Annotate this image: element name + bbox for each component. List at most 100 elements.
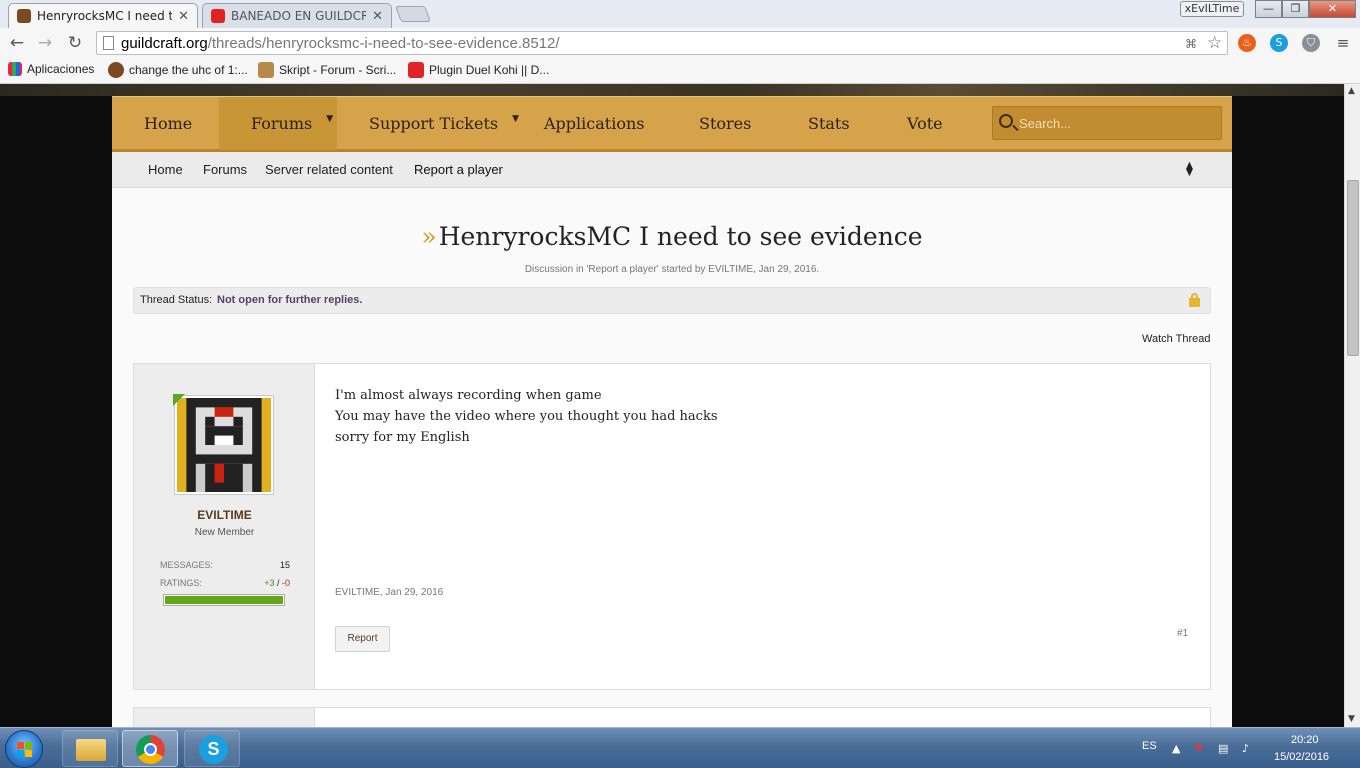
tab-title: BANEADO EN GUILDCRAF	[231, 9, 366, 23]
browser-toolbar: ← → ↻ guildcraft.org/threads/henryrocksm…	[0, 28, 1360, 58]
tab-inactive[interactable]: BANEADO EN GUILDCRAF ✕	[202, 3, 392, 28]
watch-thread-link[interactable]: Watch Thread	[1142, 333, 1210, 345]
post-body: I'm almost always recording when game Yo…	[335, 385, 718, 448]
ratings-stat: RATINGS: +3 / -0	[160, 578, 290, 588]
close-tab-icon[interactable]: ✕	[372, 9, 383, 24]
breadcrumb-report-player[interactable]: Report a player	[414, 162, 503, 177]
close-tab-icon[interactable]: ✕	[178, 9, 189, 24]
post-line: You may have the video where you thought…	[335, 409, 718, 424]
start-button[interactable]	[5, 730, 43, 768]
breadcrumb-forums[interactable]: Forums	[203, 162, 247, 177]
online-indicator	[173, 394, 185, 406]
maximize-button[interactable]: ❐	[1282, 0, 1309, 18]
url-text[interactable]: guildcraft.org/threads/henryrocksmc-i-ne…	[121, 35, 560, 52]
report-button[interactable]: Report	[335, 626, 390, 652]
skript-favicon	[258, 62, 274, 78]
post-user-block: EVILTIME New Member MESSAGES: 15 RATINGS:…	[134, 364, 315, 689]
page-title: »HenryrocksMC I need to see evidence	[421, 222, 923, 251]
avatar[interactable]	[174, 395, 274, 495]
menu-icon[interactable]: ≡	[1332, 33, 1354, 53]
thread-status-label: Thread Status:	[140, 294, 213, 306]
nav-stores[interactable]: Stores	[699, 97, 751, 150]
bookmark-plugin-duel[interactable]: Plugin Duel Kohi || D...	[408, 62, 549, 78]
translate-icon[interactable]: ⌘	[1185, 37, 1197, 51]
windows-taskbar: S ES ▲ ⚑ ▤ ♪ 20:20 15/02/2016	[0, 727, 1360, 768]
taskbar-chrome[interactable]	[122, 730, 178, 767]
page-scrollbar[interactable]: ▲ ▼	[1344, 84, 1360, 727]
forward-icon[interactable]: →	[34, 33, 56, 53]
minimize-button[interactable]: —	[1255, 0, 1282, 18]
search-placeholder: Search...	[1019, 116, 1072, 131]
close-window-button[interactable]: ✕	[1309, 0, 1356, 18]
volume-icon[interactable]: ♪	[1242, 742, 1254, 755]
action-center-icon[interactable]: ⚑	[1194, 742, 1206, 755]
shield-extension-icon[interactable]: ⛉	[1302, 34, 1320, 52]
new-tab-button[interactable]	[395, 6, 431, 22]
youtube-favicon	[408, 62, 424, 78]
address-bar[interactable]: guildcraft.org/threads/henryrocksmc-i-ne…	[96, 31, 1228, 55]
nav-stats[interactable]: Stats	[808, 97, 850, 150]
thread-status-value: Not open for further replies.	[217, 294, 363, 306]
reload-icon[interactable]: ↻	[64, 33, 86, 53]
clock-date[interactable]: 15/02/2016	[1274, 751, 1329, 763]
nav-support-tickets[interactable]: Support Tickets ▼	[369, 97, 519, 150]
bookmark-star-icon[interactable]: ☆	[1207, 33, 1222, 53]
page-icon	[103, 36, 114, 50]
post-number[interactable]: #1	[1177, 628, 1188, 639]
apps-grid-icon	[8, 62, 22, 76]
tab-active[interactable]: HenryrocksMC I need to se ✕	[8, 3, 198, 28]
site-navbar: Home Forums ▼ Support Tickets ▼ Applicatio…	[112, 96, 1232, 152]
scroll-up-arrow-icon[interactable]: ▲	[1348, 86, 1355, 96]
network-icon[interactable]: ▤	[1218, 742, 1230, 755]
taskbar-skype[interactable]: S	[184, 730, 240, 767]
post-username[interactable]: EVILTIME	[134, 508, 315, 522]
language-indicator[interactable]: ES	[1142, 740, 1157, 752]
jump-menu-icon[interactable]: ⧫	[1186, 161, 1193, 177]
avatar-image	[177, 398, 271, 492]
post-message-next	[133, 707, 1211, 727]
scroll-down-arrow-icon[interactable]: ▼	[1348, 714, 1355, 724]
bookmark-skript[interactable]: Skript - Forum - Scri...	[258, 62, 396, 78]
post-line: sorry for my English	[335, 430, 470, 445]
user-title: New Member	[194, 527, 255, 538]
search-input[interactable]: Search...	[992, 106, 1222, 140]
title-quote-mark: »	[421, 222, 437, 251]
thread-status-bar: Thread Status: Not open for further repl…	[133, 287, 1211, 314]
folder-icon	[76, 739, 106, 761]
windows-logo-icon	[17, 742, 33, 758]
header-background	[0, 84, 1344, 96]
bookmark-apps[interactable]: Aplicaciones	[8, 62, 94, 76]
rating-bar	[163, 594, 285, 606]
back-icon[interactable]: ←	[6, 33, 28, 53]
profile-button[interactable]: xEvILTime	[1180, 1, 1244, 17]
youtube-favicon	[211, 9, 225, 23]
breadcrumb-home[interactable]: Home	[148, 162, 183, 177]
taskbar-explorer[interactable]	[62, 730, 118, 767]
fire-extension-icon[interactable]: ♨	[1238, 34, 1256, 52]
chevron-down-icon[interactable]: ▼	[512, 114, 519, 124]
nav-forums[interactable]: Forums ▼	[219, 97, 337, 150]
browser-tabstrip: HenryrocksMC I need to se ✕ BANEADO EN G…	[0, 0, 1360, 28]
breadcrumb: Home Forums Server related content Repor…	[112, 152, 1232, 188]
show-hidden-icons-icon[interactable]: ▲	[1172, 742, 1184, 755]
thread-content: »HenryrocksMC I need to see evidence Dis…	[112, 188, 1232, 727]
chrome-icon	[136, 735, 165, 764]
breadcrumb-server-content[interactable]: Server related content	[265, 162, 393, 177]
nav-applications[interactable]: Applications	[544, 97, 644, 150]
guildcraft-favicon	[17, 9, 31, 23]
scroll-thumb[interactable]	[1347, 180, 1359, 356]
bookmarks-bar: Aplicaciones change the uhc of 1:... Skr…	[0, 58, 1360, 84]
chevron-down-icon[interactable]: ▼	[326, 114, 333, 124]
guildcraft-favicon	[108, 62, 124, 78]
nav-home[interactable]: Home	[144, 97, 192, 150]
skype-extension-icon[interactable]: S	[1270, 34, 1288, 52]
search-icon	[999, 114, 1013, 128]
bookmark-uhc[interactable]: change the uhc of 1:...	[108, 62, 248, 78]
post-line: I'm almost always recording when game	[335, 388, 602, 403]
clock-time[interactable]: 20:20	[1291, 734, 1319, 746]
tab-title: HenryrocksMC I need to se	[37, 9, 172, 23]
post-meta[interactable]: EVILTIME, Jan 29, 2016	[335, 587, 443, 598]
rating-bar-fill	[165, 596, 283, 604]
thread-byline: Discussion in 'Report a player' started …	[524, 264, 820, 275]
nav-vote[interactable]: Vote	[907, 97, 943, 150]
